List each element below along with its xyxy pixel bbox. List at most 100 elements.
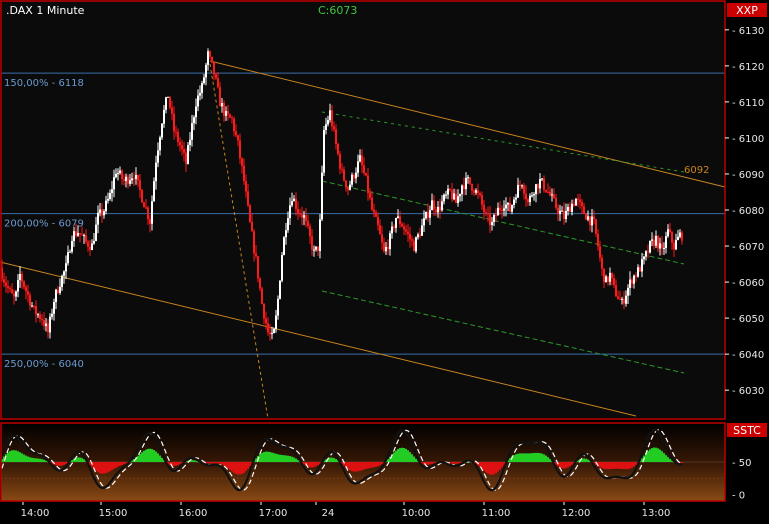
candle-up bbox=[159, 137, 161, 151]
candle-down bbox=[593, 216, 595, 220]
candle-down bbox=[573, 203, 575, 206]
candle-up bbox=[115, 173, 117, 178]
candle-down bbox=[343, 169, 345, 181]
candle-down bbox=[147, 207, 149, 220]
y-tick-label-3: - 6060 bbox=[732, 278, 764, 289]
candle-down bbox=[377, 216, 379, 226]
osc-bar-positive bbox=[281, 455, 283, 462]
osc-bar-negative bbox=[433, 462, 435, 464]
candle-down bbox=[139, 180, 141, 191]
candle-down bbox=[85, 235, 87, 242]
osc-bar-negative bbox=[353, 462, 355, 472]
osc-bar-negative bbox=[627, 462, 629, 470]
candle-up bbox=[285, 230, 287, 238]
candle-down bbox=[265, 318, 267, 324]
osc-bar-positive bbox=[649, 449, 651, 462]
candle-up bbox=[491, 221, 493, 226]
candle-up bbox=[195, 106, 197, 118]
candle-up bbox=[665, 236, 667, 248]
candle-down bbox=[525, 193, 527, 200]
osc-bar-negative bbox=[621, 462, 623, 469]
candle-up bbox=[163, 109, 165, 124]
osc-bar-positive bbox=[285, 455, 287, 462]
candle-down bbox=[311, 236, 313, 250]
candle-down bbox=[33, 305, 35, 307]
candle-up bbox=[551, 194, 553, 196]
candle-down bbox=[501, 209, 503, 211]
osc-bar-negative bbox=[489, 462, 491, 475]
osc-bar-negative bbox=[303, 462, 305, 465]
osc-bar-positive bbox=[647, 450, 649, 462]
candle-up bbox=[61, 275, 63, 287]
osc-bar-negative bbox=[611, 462, 613, 469]
candle-down bbox=[47, 323, 49, 333]
osc-bar-positive bbox=[31, 457, 33, 462]
candle-up bbox=[135, 174, 137, 179]
candle-up bbox=[103, 211, 105, 216]
candle-down bbox=[681, 232, 683, 241]
candle-up bbox=[17, 280, 19, 292]
candle-down bbox=[101, 209, 103, 216]
candle-up bbox=[443, 194, 445, 202]
candle-up bbox=[359, 155, 361, 162]
candle-down bbox=[563, 210, 565, 220]
candle-down bbox=[341, 168, 343, 170]
candle-down bbox=[27, 291, 29, 295]
candle-down bbox=[339, 153, 341, 169]
osc-bar-negative bbox=[111, 462, 113, 471]
osc-bar-positive bbox=[403, 447, 405, 462]
osc-bar-positive bbox=[261, 452, 263, 462]
fib-label-2: 250,00% - 6040 bbox=[4, 359, 84, 370]
candle-down bbox=[361, 155, 363, 166]
candle-down bbox=[383, 242, 385, 252]
candle-up bbox=[125, 176, 127, 181]
osc-bar-negative bbox=[357, 462, 359, 472]
osc-bar-negative bbox=[355, 462, 357, 472]
candle-up bbox=[203, 77, 205, 84]
candle-up bbox=[271, 332, 273, 335]
candle-up bbox=[667, 229, 669, 237]
osc-bar-negative bbox=[631, 462, 633, 468]
candle-up bbox=[191, 123, 193, 140]
candle-up bbox=[533, 194, 535, 196]
candle-down bbox=[121, 170, 123, 180]
osc-bar-positive bbox=[269, 452, 271, 462]
candle-down bbox=[603, 268, 605, 283]
candle-down bbox=[227, 111, 229, 115]
osc-bar-negative bbox=[103, 462, 105, 474]
candle-down bbox=[463, 185, 465, 190]
osc-bar-negative bbox=[63, 462, 65, 465]
candle-up bbox=[535, 184, 537, 195]
osc-bar-negative bbox=[241, 462, 243, 475]
candle-down bbox=[371, 197, 373, 210]
y-tick-label-6: - 6090 bbox=[732, 170, 764, 181]
candle-up bbox=[291, 201, 293, 206]
osc-bar-negative bbox=[495, 462, 497, 474]
osc-bar-negative bbox=[367, 462, 369, 469]
candle-up bbox=[161, 123, 163, 138]
candle-up bbox=[329, 110, 331, 121]
candle-up bbox=[113, 177, 115, 190]
osc-bar-negative bbox=[231, 462, 233, 472]
x-tick-label-1: 15:00 bbox=[99, 508, 128, 519]
osc-bar-positive bbox=[33, 458, 35, 462]
candle-up bbox=[423, 218, 425, 226]
candle-up bbox=[157, 150, 159, 163]
candle-down bbox=[399, 216, 401, 225]
candle-down bbox=[211, 56, 213, 63]
osc-bar-negative bbox=[247, 462, 249, 469]
candle-up bbox=[567, 206, 569, 211]
candle-down bbox=[295, 198, 297, 209]
candle-down bbox=[617, 296, 619, 299]
candle-down bbox=[21, 273, 23, 282]
candle-up bbox=[197, 95, 199, 107]
candle-up bbox=[351, 174, 353, 185]
candle-up bbox=[445, 194, 447, 196]
candle-down bbox=[307, 220, 309, 227]
candle-up bbox=[643, 256, 645, 260]
osc-bar-negative bbox=[371, 462, 373, 468]
candle-down bbox=[223, 103, 225, 116]
candle-up bbox=[675, 240, 677, 250]
candle-down bbox=[581, 202, 583, 207]
candle-up bbox=[91, 243, 93, 250]
